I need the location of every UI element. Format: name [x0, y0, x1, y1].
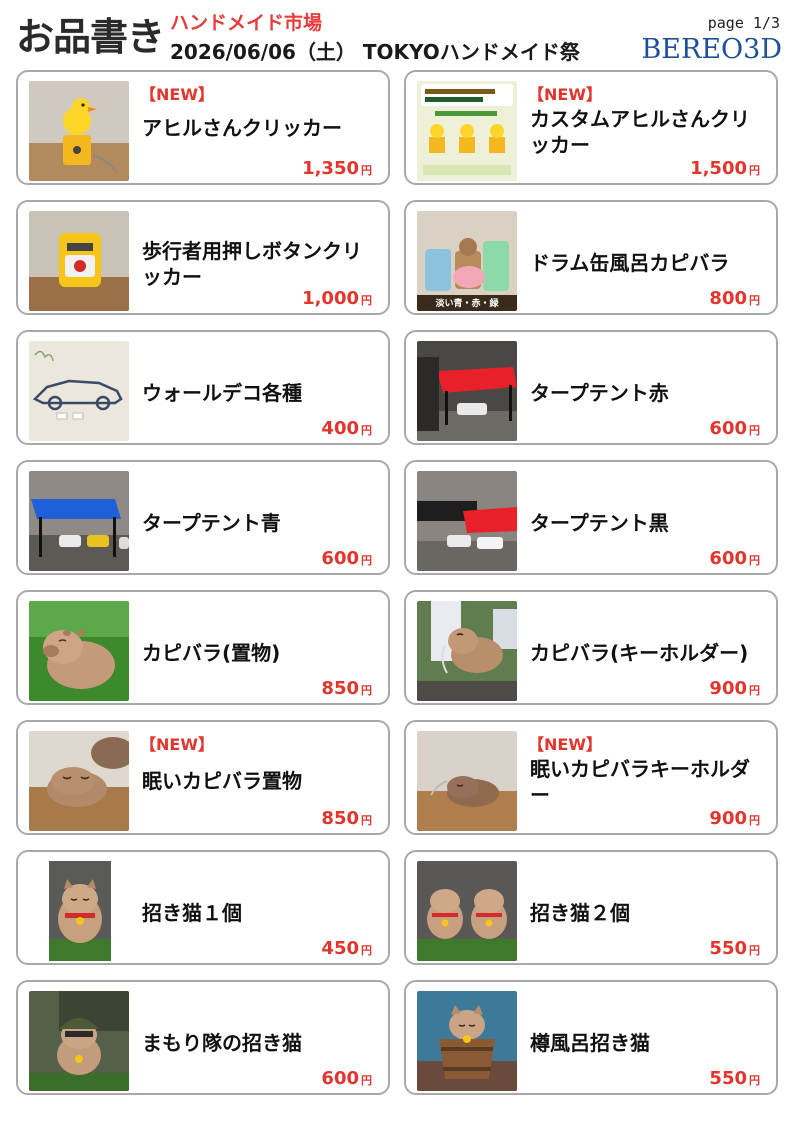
- capybara-figure-icon: [29, 601, 129, 701]
- lucky-cats-pair-icon: [417, 861, 517, 961]
- page-number: page 1/3: [707, 14, 780, 32]
- product-card[interactable]: まもり隊の招き猫 600 円: [16, 980, 390, 1095]
- new-badge: 【NEW】: [528, 735, 602, 754]
- soldier-lucky-cat-icon: [29, 991, 129, 1091]
- product-price: 1,500 円: [690, 158, 760, 179]
- custom-duck-poster-icon: [417, 81, 517, 181]
- product-name: タープテント赤: [530, 381, 669, 405]
- product-price: 600 円: [321, 1068, 372, 1089]
- product-name: 招き猫１個: [142, 901, 242, 925]
- product-card[interactable]: 招き猫２個 550 円: [404, 850, 778, 965]
- product-name: ドラム缶風呂カピバラ: [530, 251, 730, 275]
- product-price: 1,350 円: [302, 158, 372, 179]
- new-badge: 【NEW】: [140, 85, 214, 104]
- product-name: 眠いカピバラ置物: [142, 769, 302, 793]
- product-card[interactable]: ウォールデコ各種 400 円: [16, 330, 390, 445]
- product-price: 600 円: [709, 548, 760, 569]
- product-card[interactable]: 淡い青・赤・緑 ドラム缶風呂カピバラ 800 円: [404, 200, 778, 315]
- product-price: 550 円: [709, 938, 760, 959]
- product-name: カスタムアヒルさんクリッカー: [530, 107, 750, 157]
- product-price: 900 円: [709, 808, 760, 829]
- product-price: 550 円: [709, 1068, 760, 1089]
- push-button-icon: [29, 211, 129, 311]
- product-price: 800 円: [709, 288, 760, 309]
- brand-logo: BEREO3D: [641, 34, 782, 65]
- product-card[interactable]: 歩行者用押しボタンクリッカー 1,000 円: [16, 200, 390, 315]
- product-card[interactable]: 樽風呂招き猫 550 円: [404, 980, 778, 1095]
- product-price: 600 円: [321, 548, 372, 569]
- product-name: タープテント青: [142, 511, 281, 535]
- product-card[interactable]: カピバラ(置物) 850 円: [16, 590, 390, 705]
- svg-text:淡い青・赤・緑: 淡い青・赤・緑: [435, 297, 499, 309]
- product-card[interactable]: カピバラ(キーホルダー) 900 円: [404, 590, 778, 705]
- product-price: 1,000 円: [302, 288, 372, 309]
- product-price: 600 円: [709, 418, 760, 439]
- page-title: お品書き: [16, 15, 165, 59]
- product-price: 400 円: [321, 418, 372, 439]
- new-badge: 【NEW】: [528, 85, 602, 104]
- product-name: ウォールデコ各種: [142, 381, 302, 405]
- product-card[interactable]: 【NEW】 アヒルさんクリッカー 1,350 円: [16, 70, 390, 185]
- sleepy-capybara-keychain-icon: [417, 731, 517, 831]
- product-name: 招き猫２個: [530, 901, 630, 925]
- capybara-keychain-icon: [417, 601, 517, 701]
- product-name: 眠いカピバラキーホルダー: [530, 757, 750, 807]
- tarp-tent-red-icon: [417, 341, 517, 441]
- wall-deco-car-icon: [29, 341, 129, 441]
- product-card[interactable]: タープテント青 600 円: [16, 460, 390, 575]
- product-name: まもり隊の招き猫: [142, 1031, 302, 1055]
- drum-bath-capybara-icon: 淡い青・赤・緑: [417, 211, 517, 311]
- product-name: アヒルさんクリッカー: [142, 116, 342, 140]
- product-price: 850 円: [321, 678, 372, 699]
- market-name: ハンドメイド市場: [170, 12, 323, 34]
- barrel-bath-cat-icon: [417, 991, 517, 1091]
- product-card[interactable]: 【NEW】 眠いカピバラキーホルダー 900 円: [404, 720, 778, 835]
- product-card[interactable]: 【NEW】 眠いカピバラ置物 850 円: [16, 720, 390, 835]
- product-name: タープテント黒: [530, 511, 669, 535]
- product-name: 歩行者用押しボタンクリッカー: [142, 239, 362, 289]
- product-name: 樽風呂招き猫: [530, 1031, 650, 1055]
- product-card[interactable]: 【NEW】 カスタムアヒルさんクリッカー 1,500 円: [404, 70, 778, 185]
- product-name: カピバラ(置物): [142, 641, 281, 665]
- product-price: 450 円: [321, 938, 372, 959]
- product-card[interactable]: 招き猫１個 450 円: [16, 850, 390, 965]
- product-price: 850 円: [321, 808, 372, 829]
- new-badge: 【NEW】: [140, 735, 214, 754]
- product-name: カピバラ(キーホルダー): [530, 641, 749, 665]
- product-card[interactable]: タープテント黒 600 円: [404, 460, 778, 575]
- product-grid: 【NEW】 アヒルさんクリッカー 1,350 円 【NEW】 カスタムアヒルさんク…: [16, 70, 778, 1095]
- duck-clicker-icon: [29, 81, 129, 181]
- product-price: 900 円: [709, 678, 760, 699]
- lucky-cat-icon: [29, 861, 129, 961]
- page-header: お品書き ハンドメイド市場 2026/06/06（土） TOKYOハンドメイド祭…: [0, 0, 794, 66]
- sleepy-capybara-icon: [29, 731, 129, 831]
- product-card[interactable]: タープテント赤 600 円: [404, 330, 778, 445]
- tarp-tent-blue-icon: [29, 471, 129, 571]
- tarp-tent-black-icon: [417, 471, 517, 571]
- event-date-line: 2026/06/06（土） TOKYOハンドメイド祭: [170, 40, 580, 64]
